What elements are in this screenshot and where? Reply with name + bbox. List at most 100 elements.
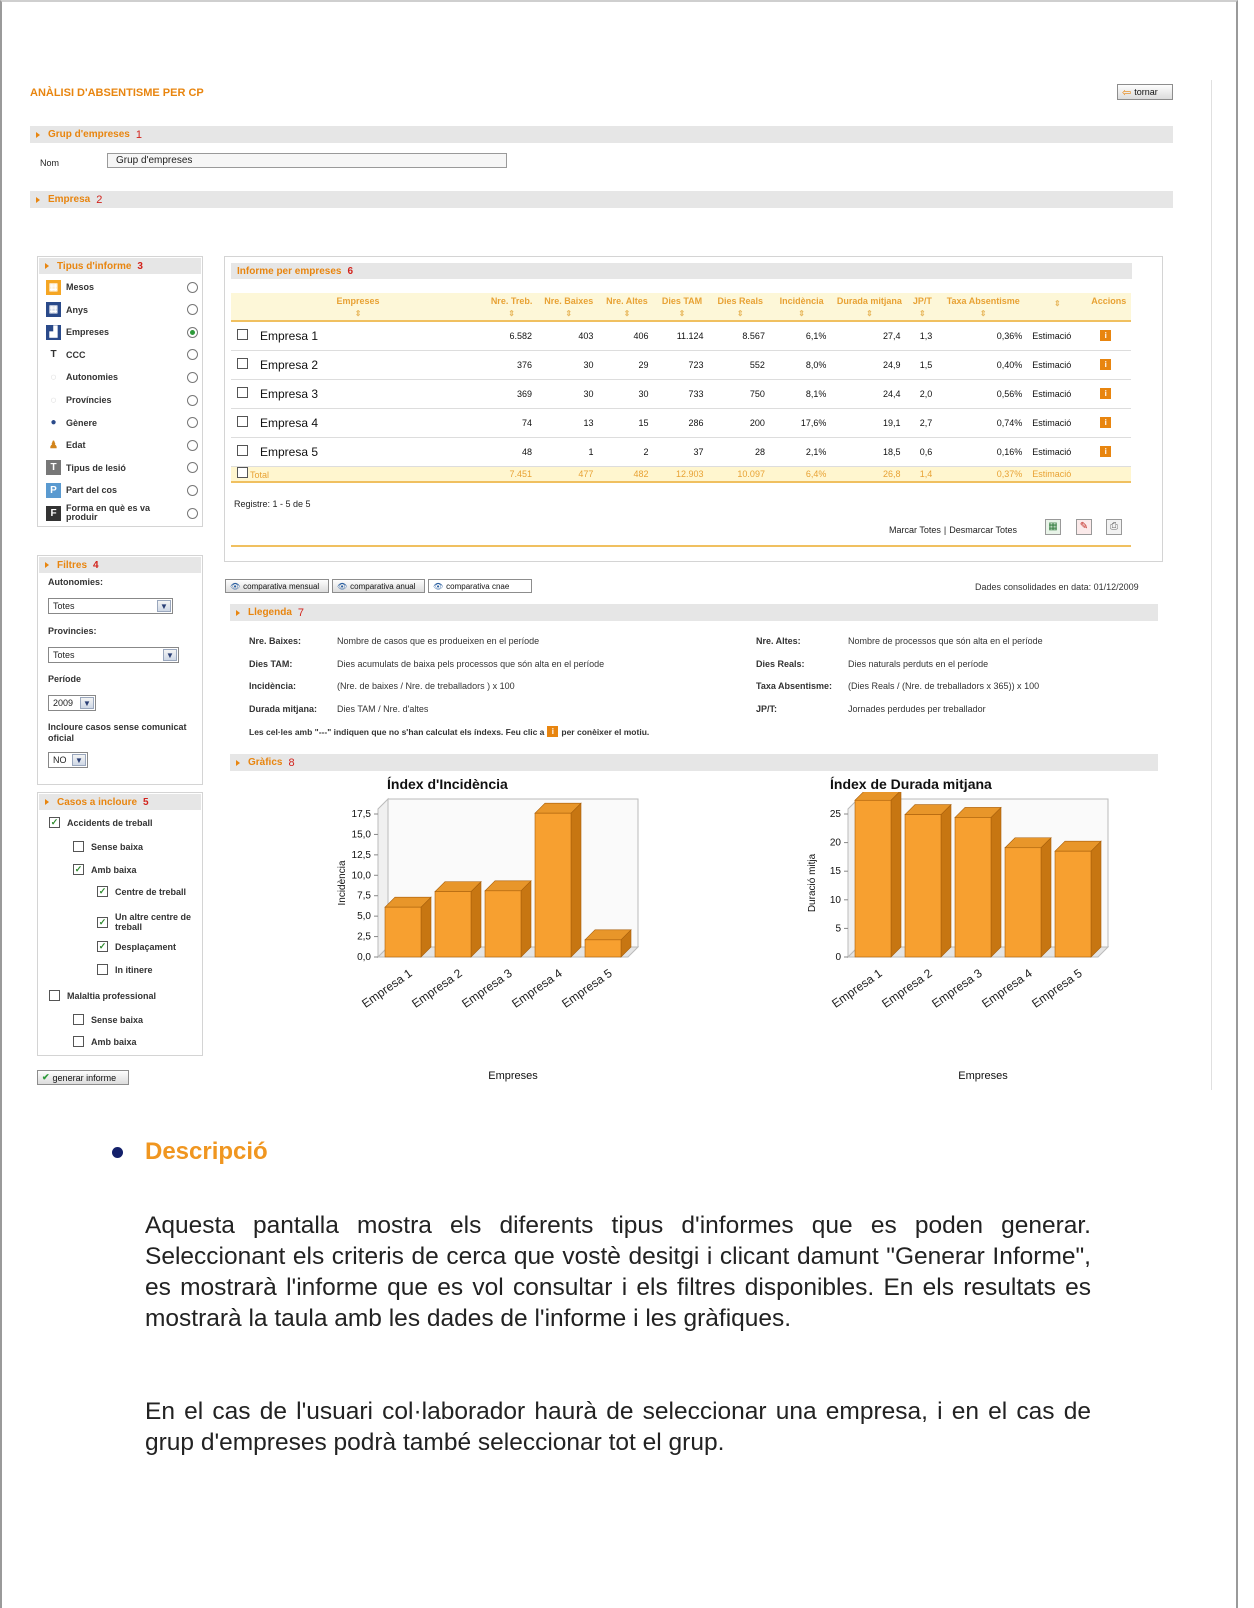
- column-header: Accions: [1086, 293, 1131, 322]
- sort-icon[interactable]: ⇕: [231, 309, 485, 318]
- tipus-item-label: Anys: [66, 304, 89, 315]
- sort-icon[interactable]: ⇕: [832, 309, 906, 318]
- comparativa-anual-button[interactable]: 👁 comparativa anual: [332, 579, 425, 593]
- tipus-informe-header[interactable]: Tipus d'informe 3: [39, 258, 201, 274]
- tipus-item-tipus-de-lesió[interactable]: T Tipus de lesió: [46, 458, 198, 478]
- row-checkbox[interactable]: [237, 386, 248, 398]
- llegenda-section-header[interactable]: Llegenda 7: [230, 604, 1158, 621]
- print-icon[interactable]: ⎙: [1106, 519, 1122, 535]
- column-header[interactable]: Durada mitjana ⇕: [832, 293, 907, 322]
- column-header[interactable]: Empreses ⇕: [231, 293, 486, 322]
- tipus-item-gènere[interactable]: ● Gènere: [46, 413, 198, 433]
- marcar-totes-link[interactable]: Marcar Totes: [889, 525, 941, 535]
- nom-field[interactable]: Grup d'empreses: [107, 153, 507, 168]
- grup-section-header[interactable]: Grup d'empreses 1: [30, 126, 1173, 143]
- tipus-item-empreses[interactable]: ▟ Empreses: [46, 322, 198, 342]
- radio-button[interactable]: [187, 417, 198, 429]
- column-header[interactable]: Dies TAM ⇕: [654, 293, 710, 322]
- y-tick-label: 7,5: [357, 891, 371, 902]
- sort-icon[interactable]: ⇕: [906, 309, 938, 318]
- column-header[interactable]: Nre. Altes ⇕: [599, 293, 655, 322]
- pdf-export-icon[interactable]: ✎: [1076, 519, 1092, 535]
- sort-icon[interactable]: ⇕: [655, 309, 710, 318]
- column-header[interactable]: JP/T ⇕: [906, 293, 939, 322]
- row-checkbox[interactable]: [237, 357, 248, 369]
- sort-icon[interactable]: ⇕: [538, 309, 599, 318]
- tipus-item-anys[interactable]: ▦ Anys: [46, 300, 198, 320]
- column-header[interactable]: Nre. Baixes ⇕: [538, 293, 600, 322]
- table-cell: 48: [485, 437, 539, 467]
- mal-amb-baixa-checkbox[interactable]: Amb baixa: [73, 1036, 137, 1047]
- tipus-item-ccc[interactable]: T CCC: [46, 345, 198, 365]
- tipus-item-part-del-cos[interactable]: P Part del cos: [46, 480, 198, 500]
- comparativa-mensual-label: comparativa mensual: [243, 581, 320, 591]
- periode-select[interactable]: 2009 ▼: [48, 695, 96, 711]
- row-checkbox[interactable]: [237, 415, 248, 427]
- empresa-section-header[interactable]: Empresa 2: [30, 191, 1173, 208]
- info-icon[interactable]: i: [1100, 388, 1112, 399]
- centre-checkbox[interactable]: ✓ Centre de treball: [97, 886, 197, 897]
- generar-informe-button[interactable]: ✔ generar informe: [37, 1070, 129, 1085]
- row-checkbox[interactable]: [237, 467, 248, 479]
- radio-button[interactable]: [187, 439, 198, 451]
- column-header[interactable]: Dies Reals ⇕: [709, 293, 771, 322]
- autonomies-select[interactable]: Totes ▼: [48, 598, 173, 614]
- row-checkbox[interactable]: [237, 444, 248, 456]
- column-header[interactable]: Taxa Absentisme ⇕: [938, 293, 1029, 322]
- company-name: Empresa 5: [260, 444, 319, 459]
- radio-button[interactable]: [187, 462, 198, 474]
- tipus-item-forma-en-què-es-va-produir[interactable]: F Forma en què es va produir: [46, 503, 198, 523]
- incloure-select[interactable]: NO ▼: [48, 752, 88, 768]
- radio-button[interactable]: [187, 349, 198, 361]
- bar-side: [570, 802, 582, 958]
- table-cell: 26,8: [832, 466, 907, 483]
- info-icon[interactable]: i: [1100, 330, 1112, 342]
- column-header[interactable]: Incidència ⇕: [770, 293, 833, 322]
- radio-button[interactable]: [187, 394, 198, 406]
- sort-icon[interactable]: ⇕: [938, 309, 1028, 318]
- radio-button[interactable]: [187, 281, 198, 293]
- radio-button[interactable]: [187, 371, 198, 383]
- row-checkbox[interactable]: [237, 328, 248, 340]
- sort-icon[interactable]: ⇕: [599, 309, 654, 318]
- tipus-item-províncies[interactable]: ◌ Províncies: [46, 390, 198, 410]
- casos-header[interactable]: Casos a incloure 5: [39, 794, 201, 810]
- info-icon[interactable]: i: [1100, 446, 1112, 457]
- grafics-section-header[interactable]: Gràfics 8: [230, 754, 1158, 771]
- comparativa-cnae-button[interactable]: 👁 comparativa cnae: [428, 579, 532, 593]
- radio-button[interactable]: [187, 304, 198, 316]
- accidents-checkbox[interactable]: ✓ Accidents de treball: [49, 817, 153, 828]
- tipus-item-edat[interactable]: ♟ Edat: [46, 435, 198, 455]
- sort-icon[interactable]: ⇕: [771, 309, 832, 318]
- tipus-item-mesos[interactable]: ▦ Mesos: [46, 277, 198, 297]
- sense-baixa-checkbox[interactable]: Sense baixa: [73, 841, 143, 852]
- sort-icon[interactable]: ⇕: [1028, 299, 1086, 308]
- in-itinere-checkbox[interactable]: In itinere: [97, 964, 153, 975]
- radio-button[interactable]: [187, 326, 198, 338]
- info-icon[interactable]: i: [1100, 417, 1112, 428]
- amb-baixa-checkbox[interactable]: ✓ Amb baixa: [73, 864, 137, 875]
- malaltia-checkbox[interactable]: Malaltia professional: [49, 990, 156, 1001]
- table-cell: 403: [538, 321, 600, 351]
- comparativa-mensual-button[interactable]: 👁 comparativa mensual: [225, 579, 329, 593]
- desplacament-checkbox[interactable]: ✓ Desplaçament: [97, 941, 176, 952]
- table-cell: 8,1%: [770, 379, 833, 409]
- tipus-informe-number: 3: [137, 260, 143, 272]
- mal-sense-baixa-checkbox[interactable]: Sense baixa: [73, 1014, 143, 1025]
- sort-icon[interactable]: ⇕: [485, 309, 538, 318]
- desmarcar-totes-link[interactable]: Desmarcar Totes: [949, 525, 1017, 535]
- sort-icon[interactable]: ⇕: [710, 309, 771, 318]
- informe-header[interactable]: Informe per empreses 6: [231, 263, 1132, 279]
- radio-button[interactable]: [187, 484, 198, 496]
- altre-centre-checkbox[interactable]: ✓ Un altre centre de treball: [97, 912, 197, 932]
- check-icon: ✔: [42, 1072, 50, 1082]
- tipus-item-autonomies[interactable]: ◌ Autonomies: [46, 367, 198, 387]
- filtres-header[interactable]: Filtres 4: [39, 557, 201, 573]
- excel-export-icon[interactable]: ▦: [1045, 519, 1061, 535]
- provincies-select[interactable]: Totes ▼: [48, 647, 179, 663]
- back-button[interactable]: ⇦ tornar: [1117, 84, 1173, 100]
- info-icon[interactable]: i: [1100, 359, 1112, 370]
- column-header[interactable]: Nre. Treb. ⇕: [485, 293, 539, 322]
- checkbox-empty: [73, 1014, 84, 1025]
- radio-button[interactable]: [187, 507, 198, 519]
